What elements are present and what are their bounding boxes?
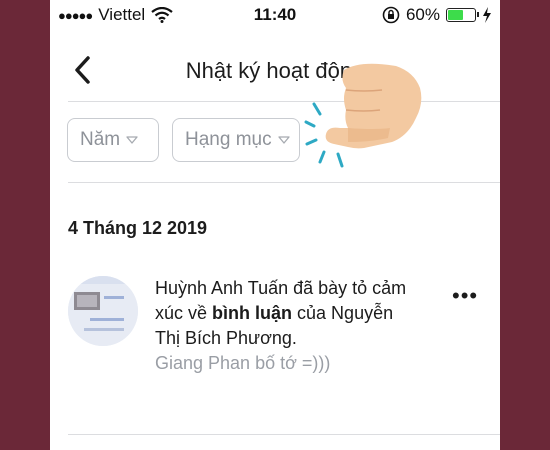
filter-divider [68,182,500,183]
section-date-heading: 4 Tháng 12 2019 [68,218,208,238]
filter-year-label: Năm [80,129,121,150]
activity-thumbnail[interactable] [68,276,138,346]
filter-year-dropdown[interactable]: Năm [67,118,159,162]
orientation-lock-icon [382,6,400,24]
battery-percent: 60% [405,5,440,24]
activity-highlight: bình luận [212,303,293,323]
pointing-hand-icon [304,63,422,168]
charging-icon [483,7,491,23]
more-options-icon[interactable]: ••• [452,283,478,309]
phone-screen: ●●●●● Viettel 11:40 60% Nhật ký hoạt độn… [50,0,500,450]
filter-category-label: Hạng mục [185,129,272,150]
activity-actor: Huỳnh Anh Tuấn [155,278,289,298]
battery-icon [446,8,479,22]
triangle-down-icon [126,136,138,144]
filter-category-dropdown[interactable]: Hạng mục [172,118,300,162]
activity-text[interactable]: Huỳnh Anh Tuấn đã bày tỏ cảm xúc về bình… [155,276,415,376]
activity-comment: Giang Phan bố tớ =))) [155,353,331,373]
status-right: 60% [382,5,492,25]
status-bar: ●●●●● Viettel 11:40 60% [50,0,500,30]
thumbnail-image [68,276,138,346]
battery-fill [448,10,463,20]
triangle-down-icon [277,136,290,144]
item-divider [68,434,500,435]
